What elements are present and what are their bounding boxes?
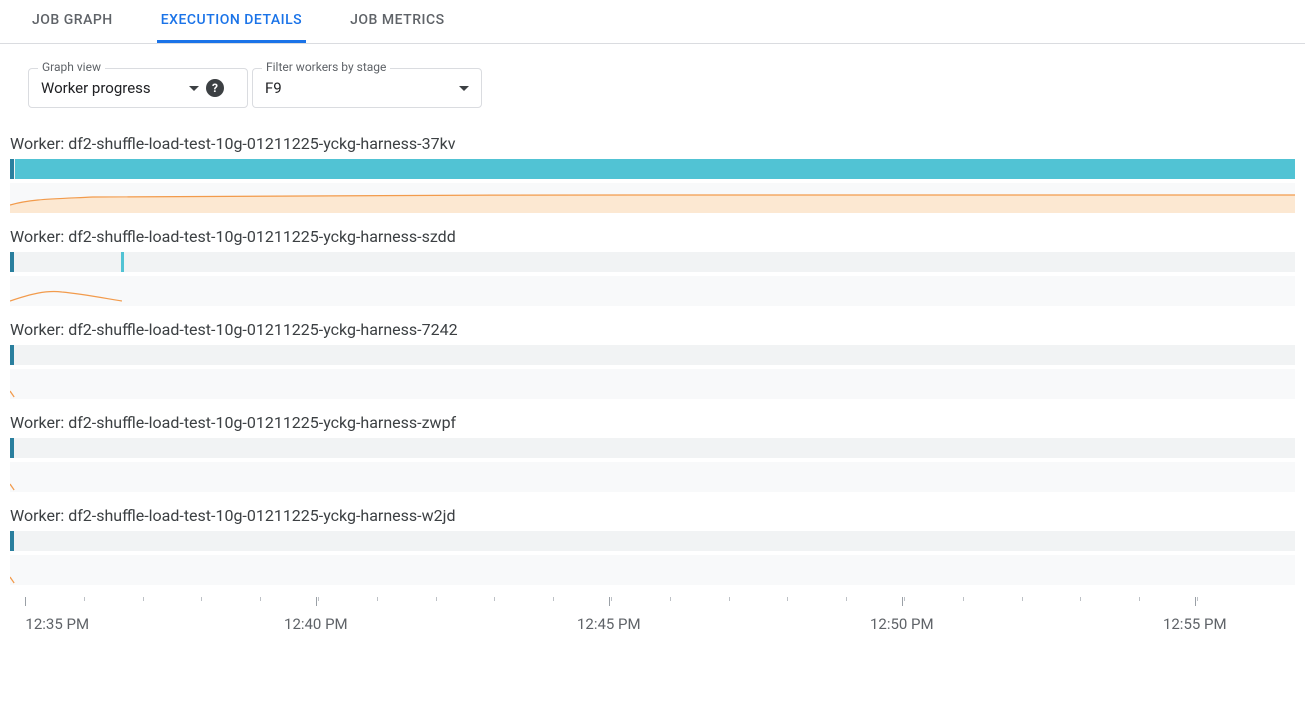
axis-minor-tick xyxy=(84,597,85,601)
worker-title: Worker: df2-shuffle-load-test-10g-012112… xyxy=(10,221,1295,252)
graph-view-label: Graph view xyxy=(38,60,105,74)
axis-label: 12:55 PM xyxy=(1163,615,1227,633)
axis-label: 12:40 PM xyxy=(284,615,348,633)
axis-minor-tick xyxy=(787,597,788,601)
axis-minor-tick xyxy=(670,597,671,601)
progress-tick xyxy=(10,252,14,272)
chevron-down-icon xyxy=(189,86,199,91)
axis-minor-tick xyxy=(377,597,378,601)
chevron-down-icon xyxy=(459,86,469,91)
controls-row: Graph view Worker progress ? Filter work… xyxy=(0,44,1305,128)
axis-minor-tick xyxy=(1197,597,1198,601)
worker-title: Worker: df2-shuffle-load-test-10g-012112… xyxy=(10,314,1295,345)
axis-label: 12:35 PM xyxy=(25,615,89,633)
progress-bar-track xyxy=(10,252,1295,272)
axis-minor-tick xyxy=(553,597,554,601)
progress-bar-track xyxy=(10,159,1295,179)
axis-major-tick xyxy=(25,597,26,606)
axis-major-tick xyxy=(316,597,317,606)
progress-tick xyxy=(10,159,14,179)
axis-minor-tick xyxy=(201,597,202,601)
axis-minor-tick xyxy=(260,597,261,601)
progress-tick xyxy=(10,531,14,551)
utilization-graph xyxy=(10,369,1295,399)
worker-row: Worker: df2-shuffle-load-test-10g-012112… xyxy=(10,314,1295,399)
progress-bar-track xyxy=(10,531,1295,551)
tab-job-metrics[interactable]: JOB METRICS xyxy=(346,0,448,43)
worker-row: Worker: df2-shuffle-load-test-10g-012112… xyxy=(10,407,1295,492)
filter-dropdown[interactable]: F9 xyxy=(252,68,482,108)
axis-minor-tick xyxy=(963,597,964,601)
tab-job-graph[interactable]: JOB GRAPH xyxy=(28,0,117,43)
worker-title: Worker: df2-shuffle-load-test-10g-012112… xyxy=(10,500,1295,531)
axis-minor-tick xyxy=(1080,597,1081,601)
tabs-container: JOB GRAPH EXECUTION DETAILS JOB METRICS xyxy=(0,0,1305,44)
worker-title: Worker: df2-shuffle-load-test-10g-012112… xyxy=(10,128,1295,159)
axis-label: 12:50 PM xyxy=(870,615,934,633)
filter-value: F9 xyxy=(265,79,459,97)
progress-tick xyxy=(10,438,14,458)
axis-minor-tick xyxy=(318,597,319,601)
axis-label: 12:45 PM xyxy=(577,615,641,633)
worker-row: Worker: df2-shuffle-load-test-10g-012112… xyxy=(10,500,1295,585)
filter-label: Filter workers by stage xyxy=(262,60,390,74)
axis-minor-tick xyxy=(611,597,612,601)
utilization-graph xyxy=(10,276,1295,306)
worker-row: Worker: df2-shuffle-load-test-10g-012112… xyxy=(10,221,1295,306)
worker-title: Worker: df2-shuffle-load-test-10g-012112… xyxy=(10,407,1295,438)
time-axis: 12:35 PM 12:40 PM 12:45 PM 12:50 PM 12:55 PM xyxy=(10,597,1295,647)
filter-field: Filter workers by stage F9 xyxy=(252,68,482,108)
help-icon[interactable]: ? xyxy=(206,79,224,97)
progress-fill xyxy=(15,159,1295,179)
tab-execution-details[interactable]: EXECUTION DETAILS xyxy=(157,0,306,43)
progress-tick xyxy=(10,345,14,365)
axis-minor-tick xyxy=(494,597,495,601)
axis-minor-tick xyxy=(436,597,437,601)
utilization-graph xyxy=(10,183,1295,213)
axis-major-tick xyxy=(609,597,610,606)
workers-list: Worker: df2-shuffle-load-test-10g-012112… xyxy=(0,128,1305,585)
utilization-graph xyxy=(10,555,1295,585)
progress-bar-track xyxy=(10,438,1295,458)
axis-major-tick xyxy=(1195,597,1196,606)
graph-view-value: Worker progress xyxy=(41,79,189,97)
axis-minor-tick xyxy=(904,597,905,601)
axis-minor-tick xyxy=(729,597,730,601)
progress-tick xyxy=(121,252,124,272)
axis-minor-tick xyxy=(143,597,144,601)
worker-row: Worker: df2-shuffle-load-test-10g-012112… xyxy=(10,128,1295,213)
progress-bar-track xyxy=(10,345,1295,365)
utilization-graph xyxy=(10,462,1295,492)
axis-minor-tick xyxy=(846,597,847,601)
axis-major-tick xyxy=(902,597,903,606)
axis-minor-tick xyxy=(1139,597,1140,601)
axis-minor-tick xyxy=(1022,597,1023,601)
